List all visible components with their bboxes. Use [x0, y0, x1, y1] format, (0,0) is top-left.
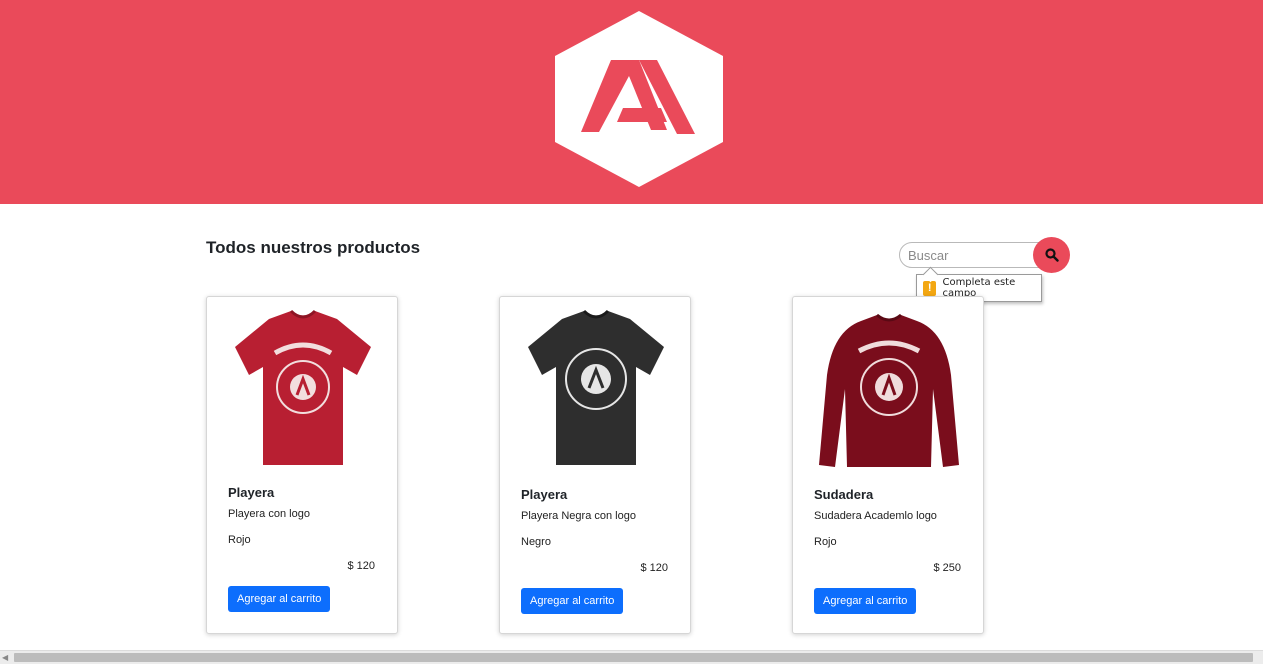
add-to-cart-button[interactable]: Agregar al carrito — [521, 588, 624, 614]
header-banner — [0, 0, 1263, 204]
product-price: $ 250 — [933, 562, 961, 574]
academlo-logo[interactable] — [553, 10, 725, 188]
scrollbar-thumb[interactable] — [14, 653, 1253, 662]
product-image-red-tshirt[interactable] — [219, 305, 387, 475]
add-to-cart-button[interactable]: Agregar al carrito — [228, 586, 331, 612]
search-form — [899, 237, 1071, 273]
product-card: Playera Playera Negra con logo Negro $ 1… — [499, 296, 691, 634]
warning-icon: ! — [923, 280, 937, 296]
page-title: Todos nuestros productos — [206, 238, 421, 257]
product-name: Sudadera — [814, 487, 874, 502]
product-color: Rojo — [814, 536, 837, 548]
product-image-black-tshirt[interactable] — [512, 305, 680, 475]
add-to-cart-button[interactable]: Agregar al carrito — [814, 588, 917, 614]
product-description: Sudadera Academlo logo — [814, 510, 937, 522]
horizontal-scrollbar[interactable]: ◀ — [0, 650, 1263, 664]
product-card: Sudadera Sudadera Academlo logo Rojo $ 2… — [792, 296, 984, 634]
search-button[interactable] — [1033, 237, 1070, 273]
product-color: Rojo — [228, 534, 251, 546]
search-input[interactable] — [899, 242, 1049, 268]
product-name: Playera — [521, 487, 568, 502]
product-description: Playera con logo — [228, 508, 310, 520]
product-name: Playera — [228, 485, 275, 500]
product-price: $ 120 — [347, 560, 375, 572]
product-price: $ 120 — [640, 562, 668, 574]
scroll-left-icon[interactable]: ◀ — [2, 653, 8, 662]
product-card: Playera Playera con logo Rojo $ 120 Agre… — [206, 296, 398, 634]
product-description: Playera Negra con logo — [521, 510, 636, 522]
product-image-maroon-sweatshirt[interactable] — [805, 305, 973, 475]
search-icon — [1044, 248, 1059, 262]
product-color: Negro — [521, 536, 551, 548]
